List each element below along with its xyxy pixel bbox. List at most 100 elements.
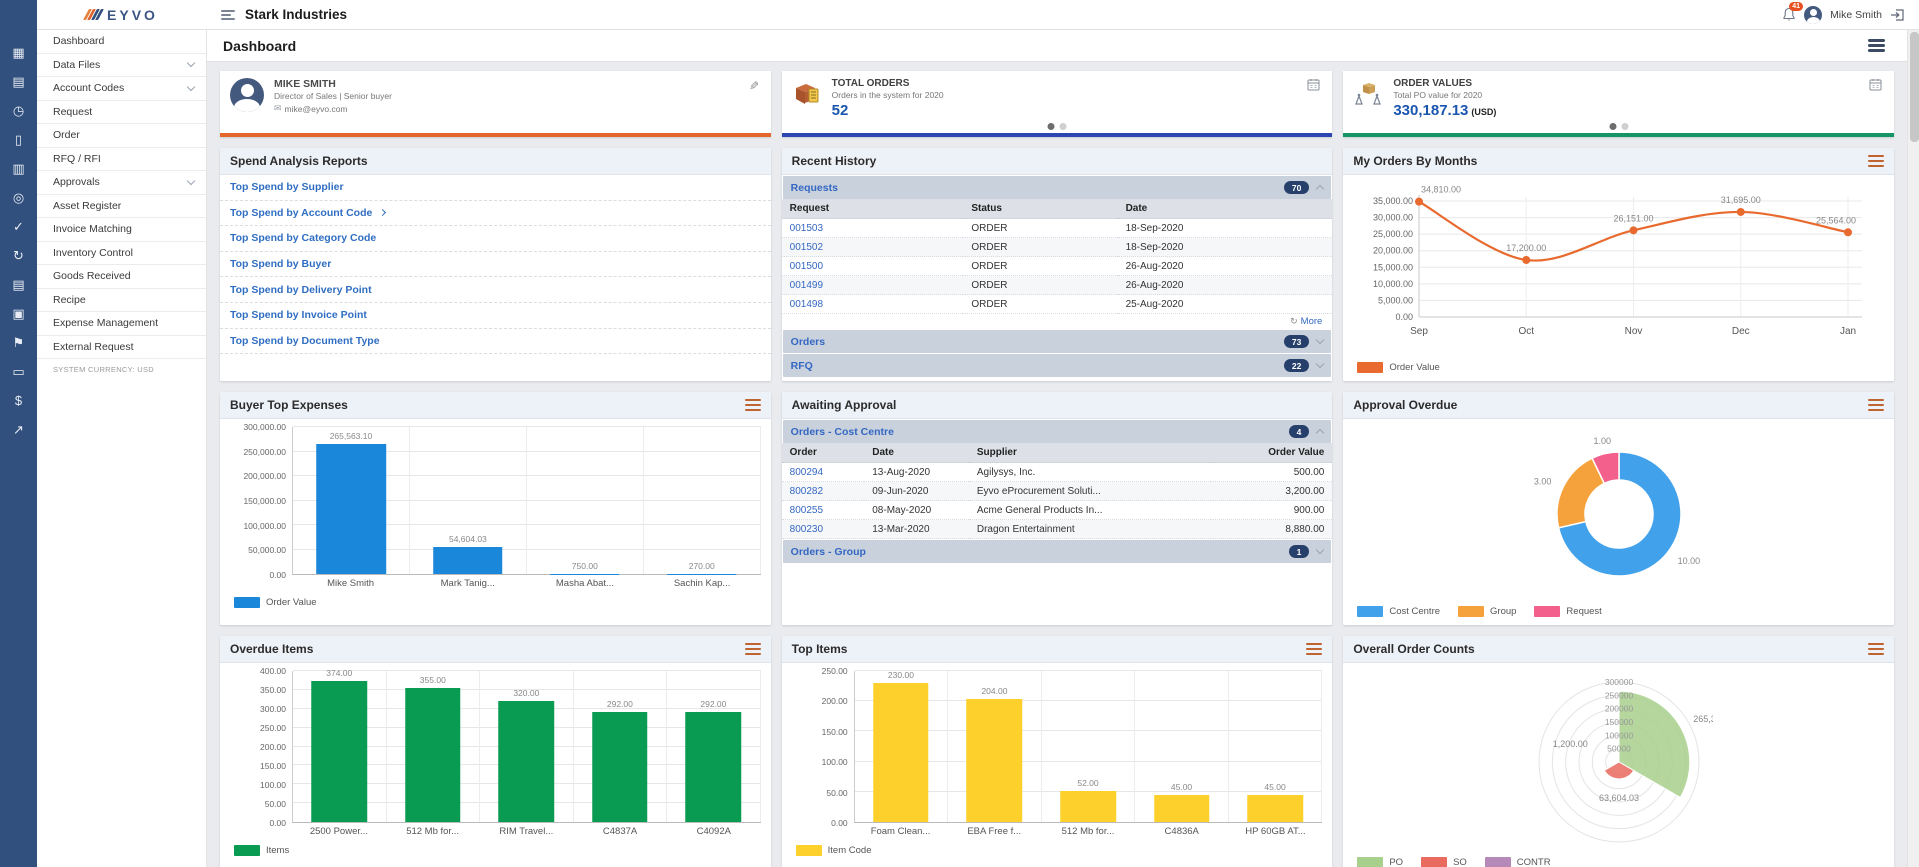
scrollbar-thumb[interactable] (1909, 32, 1919, 142)
inventory-control-icon[interactable]: ▣ (0, 299, 37, 328)
sidebar-item-expense-management[interactable]: Expense Management (37, 312, 206, 336)
row-id-link[interactable]: 001503 (781, 218, 964, 238)
logout-icon[interactable] (1890, 8, 1905, 22)
expense-management-icon[interactable]: $ (0, 386, 37, 415)
top-items-panel: Top Items 0.00 50.00 100.00 150.00 200.00 250… (781, 636, 1333, 867)
svg-text:100000: 100000 (1604, 730, 1633, 740)
accordion-section-orders-group[interactable]: Orders - Group 1 (782, 540, 1332, 563)
asset-register-icon[interactable]: ↻ (0, 241, 37, 270)
buyer-top-expenses-menu-icon[interactable] (744, 399, 761, 411)
user-avatar[interactable] (1804, 5, 1823, 24)
carousel-dot[interactable] (1047, 123, 1055, 130)
carousel-dot[interactable] (1059, 123, 1067, 130)
sidebar-item-label: Approvals (53, 176, 100, 189)
spend-report-link[interactable]: Top Spend by Delivery Point (230, 284, 372, 296)
sidebar-item-data-files[interactable]: Data Files (37, 54, 206, 77)
sidebar-item-account-codes[interactable]: Account Codes (37, 77, 206, 101)
spend-report-link-row[interactable]: Top Spend by Document Type (220, 329, 771, 355)
sidebar-item-asset-register[interactable]: Asset Register (37, 195, 206, 218)
order-icon[interactable]: ▥ (0, 154, 37, 183)
table-row[interactable]: 001500 ORDER 26-Aug-2020 (781, 256, 1333, 276)
sidebar-collapse-icon[interactable] (221, 9, 235, 20)
calendar-icon[interactable] (1307, 78, 1320, 94)
accordion-section-orders[interactable]: Orders 73 (782, 330, 1332, 353)
plot-area: 374.00 355.00 320.00 292.00 292.00 (292, 668, 761, 823)
spend-report-link-row[interactable]: Top Spend by Account Code (220, 201, 771, 227)
sidebar-item-approvals[interactable]: Approvals (37, 171, 206, 195)
carousel-dot[interactable] (1609, 123, 1617, 130)
spend-report-link[interactable]: Top Spend by Supplier (230, 181, 344, 193)
accordion-section-rfq[interactable]: RFQ 22 (782, 354, 1332, 377)
row-id-link[interactable]: 800294 (781, 462, 865, 482)
dashboard-icon[interactable]: ▦ (0, 38, 37, 67)
approval-overdue-menu-icon[interactable] (1868, 399, 1884, 411)
sidebar-item-goods-received[interactable]: Goods Received (37, 265, 206, 289)
calendar-icon[interactable] (1869, 78, 1882, 94)
row-id-link[interactable]: 800282 (781, 481, 865, 501)
notifications-bell-icon[interactable]: 41 (1782, 2, 1804, 22)
legend-swatch (1458, 605, 1485, 617)
spend-report-link-row[interactable]: Top Spend by Invoice Point (220, 303, 771, 329)
row-id-link[interactable]: 001498 (781, 294, 964, 314)
goods-received-icon[interactable]: ⚑ (0, 328, 37, 357)
polar-chart-svg: 265,383.10 63,604.03 1,200.00 50000 100000 15… (1538, 677, 1713, 842)
table-row[interactable]: 001502 ORDER 18-Sep-2020 (781, 237, 1333, 257)
table-row[interactable]: 001503 ORDER 18-Sep-2020 (781, 218, 1333, 238)
sidebar-item-invoice-matching[interactable]: Invoice Matching (37, 218, 206, 242)
edit-profile-icon[interactable]: ✎ (749, 79, 759, 93)
spend-report-link-row[interactable]: Top Spend by Category Code (220, 226, 771, 252)
spend-report-link-row[interactable]: Top Spend by Buyer (220, 252, 771, 278)
svg-text:17,200.00: 17,200.00 (1507, 243, 1547, 253)
top-items-menu-icon[interactable] (1306, 643, 1323, 655)
request-icon[interactable]: ▯ (0, 125, 37, 154)
sidebar-item-external-request[interactable]: External Request (37, 336, 206, 359)
legend-swatch (795, 844, 822, 856)
sidebar-item-rfq-rfi[interactable]: RFQ / RFI (37, 148, 206, 171)
spend-report-link[interactable]: Top Spend by Buyer (230, 258, 331, 270)
table-row[interactable]: 001499 ORDER 26-Aug-2020 (781, 275, 1333, 295)
sidebar-item-label: External Request (53, 340, 134, 353)
brand-logo[interactable]: EYVO (37, 7, 207, 23)
external-request-icon[interactable]: ↗ (0, 415, 37, 444)
recipe-icon[interactable]: ▭ (0, 357, 37, 386)
row-id-link[interactable]: 001499 (781, 275, 964, 295)
sidebar-item-label: Inventory Control (53, 246, 133, 259)
my-orders-menu-icon[interactable] (1868, 155, 1884, 167)
table-row[interactable]: 001498 ORDER 25-Aug-2020 (781, 294, 1333, 314)
sidebar-item-request[interactable]: Request (37, 101, 206, 124)
dashboard-menu-icon[interactable] (1868, 39, 1885, 52)
carousel-dot[interactable] (1621, 123, 1629, 130)
row-id-link[interactable]: 001502 (781, 237, 964, 257)
spend-report-link-row[interactable]: Top Spend by Delivery Point (220, 277, 771, 303)
scrollbar-track[interactable] (1907, 30, 1919, 867)
spend-report-link[interactable]: Top Spend by Document Type (230, 335, 380, 347)
sidebar-item-order[interactable]: Order (37, 124, 206, 148)
user-name[interactable]: Mike Smith (1830, 9, 1882, 21)
spend-report-link[interactable]: Top Spend by Account Code (230, 207, 372, 219)
svg-text:26,151.00: 26,151.00 (1614, 213, 1654, 223)
overall-order-counts-menu-icon[interactable] (1868, 643, 1884, 655)
table-row[interactable]: 800230 13-Mar-2020 Dragon Entertainment 8,8… (781, 519, 1333, 539)
sidebar-item-inventory-control[interactable]: Inventory Control (37, 242, 206, 265)
sidebar-item-recipe[interactable]: Recipe (37, 289, 206, 312)
accordion-section-requests[interactable]: Requests 70 (782, 176, 1332, 199)
row-id-link[interactable]: 800230 (781, 519, 865, 539)
spend-report-link[interactable]: Top Spend by Category Code (230, 232, 376, 244)
account-codes-icon[interactable]: ◷ (0, 96, 37, 125)
data-files-icon[interactable]: ▤ (0, 67, 37, 96)
spend-report-link[interactable]: Top Spend by Invoice Point (230, 309, 367, 321)
more-link[interactable]: ↻ More (782, 314, 1333, 329)
spend-report-link-row[interactable]: Top Spend by Supplier (220, 175, 771, 201)
table-row[interactable]: 800282 09-Jun-2020 Eyvo eProcurement Solut… (781, 481, 1333, 501)
invoice-matching-icon[interactable]: ▤ (0, 270, 37, 299)
table-row[interactable]: 800294 13-Aug-2020 Agilysys, Inc. 500.00 (781, 462, 1333, 482)
rfq-rfi-icon[interactable]: ◎ (0, 183, 37, 212)
x-axis: 2500 Power... 512 Mb for... RIM Travel... C… (292, 823, 761, 840)
accordion-section-orders-cost-centre[interactable]: Orders - Cost Centre 4 (782, 420, 1332, 443)
overdue-items-menu-icon[interactable] (744, 643, 761, 655)
table-row[interactable]: 800255 08-May-2020 Acme General Products I… (781, 500, 1333, 520)
approvals-icon[interactable]: ✓ (0, 212, 37, 241)
row-id-link[interactable]: 001500 (781, 256, 964, 276)
row-id-link[interactable]: 800255 (781, 500, 865, 520)
sidebar-item-dashboard[interactable]: Dashboard (37, 30, 206, 54)
